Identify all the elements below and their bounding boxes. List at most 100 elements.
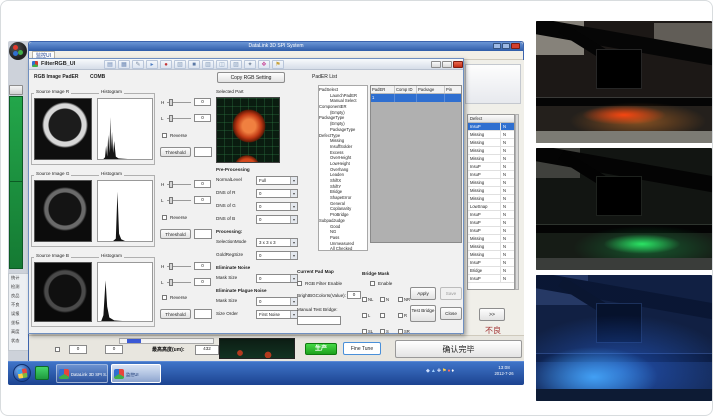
test-bridge-button[interactable]: Test Bridge [410,305,436,322]
bridge-mask-cell[interactable]: S [380,323,398,339]
tray-icon[interactable]: ◆ [426,368,430,374]
param-dropdown[interactable]: 0▾ [256,297,298,306]
listbox-selected-row[interactable]: 1 [371,94,461,102]
dialog-titlebar[interactable]: FilterRGB_UI ▤▦✎▸●▧■▥◫▨✦❖⚑ [29,59,463,70]
toolbar-icon[interactable]: ■ [188,60,200,69]
param-dropdown[interactable]: 0▾ [256,215,298,224]
toolbar-icon[interactable]: ▤ [104,60,116,69]
defect-table-row[interactable]: Missing N [468,187,514,195]
toolbar-icon[interactable]: ▨ [230,60,242,69]
toolbar-icon[interactable]: ❖ [258,60,270,69]
quick-launch-green-icon[interactable] [35,366,49,380]
taskbar-clock[interactable]: 13:08 2012-7-26 [486,365,522,376]
toolbar-icon[interactable]: ▧ [174,60,186,69]
param-dropdown[interactable]: 3 x 3 x 3▾ [256,238,298,247]
h-value-g[interactable]: 0 [194,180,211,188]
dialog-minimize-button[interactable] [431,61,441,68]
reverse-checkbox-g[interactable] [162,215,167,220]
toolbar-icon[interactable]: ✎ [132,60,144,69]
apply-button[interactable]: Apply [410,287,436,300]
taskbar-button-1[interactable]: DataLink 3D SPI S... [56,364,108,383]
bottom-checkbox[interactable] [55,347,60,352]
more-button[interactable]: >> [479,308,505,321]
defect-table-row[interactable]: Missing N [468,155,514,163]
l-value-g[interactable]: 0 [194,196,211,204]
col-pader[interactable]: PadER [371,86,395,93]
bridge-mask-cell[interactable]: N [380,291,398,307]
defect-table-row[interactable]: Bridge N [468,267,514,275]
h-slider-r[interactable] [167,99,191,106]
toolbar-icon[interactable]: ● [160,60,172,69]
h-slider-b[interactable] [167,263,191,270]
tree-item[interactable]: All Checked [319,246,367,251]
produce-button[interactable]: 生产 [305,343,337,355]
threshold-value-b[interactable] [194,309,212,319]
bridge-mask-cell[interactable]: SL [362,323,380,339]
toolbar-icon[interactable]: ◫ [216,60,228,69]
toolbar-icon[interactable]: ✦ [244,60,256,69]
taskbar-button-2[interactable]: 监控UI [111,364,161,383]
defect-table-row[interactable]: InsuP N [468,123,514,131]
col-pin[interactable]: Pin [445,86,459,93]
param-dropdown[interactable]: First Noise▾ [256,310,298,319]
reverse-checkbox-r[interactable] [162,133,167,138]
defect-column-header[interactable]: Defect [468,115,484,122]
toolbar-icon[interactable]: ▸ [146,60,158,69]
maximize-button[interactable] [502,43,510,49]
bridge-mask-cell[interactable]: NL [362,291,380,307]
close-button[interactable] [511,43,520,49]
param-dropdown[interactable]: 0▾ [256,274,298,283]
defect-table-row[interactable]: Missing N [468,179,514,187]
tray-icon[interactable]: ● [448,368,451,374]
defect-table-row[interactable]: Missing N [468,251,514,259]
col-package[interactable]: Package [417,86,445,93]
l-slider-b[interactable] [167,279,191,286]
max-height-value[interactable]: 432 [195,345,219,355]
param-dropdown[interactable]: 0▾ [256,251,298,260]
progress-track[interactable] [119,338,214,344]
fine-tune-button[interactable]: Fine Tune [343,342,381,355]
confirm-button[interactable]: 确认完毕 [395,340,522,358]
app-orb-icon[interactable] [9,42,27,60]
defect-table-row[interactable]: Missing N [468,195,514,203]
threshold-value-g[interactable] [194,229,212,239]
col-comp-id[interactable]: Comp ID [395,86,417,93]
copy-rgb-setting-button[interactable]: Copy RGB Setting [217,72,285,83]
l-value-b[interactable]: 0 [194,278,211,286]
defect-table-row[interactable]: Missing N [468,139,514,147]
defect-table-row[interactable]: InsuP N [468,219,514,227]
defect-table-row[interactable]: Missing N [468,235,514,243]
bridge-mask-cell[interactable] [380,307,398,323]
value-box-1[interactable]: 0 [69,345,87,354]
start-button[interactable] [13,364,31,382]
threshold-button-r[interactable]: Threshold [160,147,191,157]
toolbar-icon[interactable]: ▦ [118,60,130,69]
side-toggle-button[interactable] [9,85,23,95]
bridge-mask-cell[interactable]: L [362,307,380,323]
defect-table-row[interactable]: InsuP N [468,211,514,219]
minimize-button[interactable] [493,43,501,49]
threshold-button-b[interactable]: Threshold [160,309,191,319]
defect-table-row[interactable]: InsuP N [468,227,514,235]
tray-icon[interactable]: ♦ [452,368,455,374]
defect-table-row[interactable]: Missing N [468,131,514,139]
toolbar-icon[interactable]: ⚑ [272,60,284,69]
toolbar-icon[interactable]: ▥ [202,60,214,69]
h-value-b[interactable]: 0 [194,262,211,270]
defect-table-scrollbar[interactable] [515,114,519,290]
bright-bg-value[interactable]: 0 [347,291,361,299]
save-button[interactable]: Save [440,287,462,300]
defect-table-row[interactable]: Missing N [468,243,514,251]
tray-icon[interactable]: ⚑ [442,368,446,374]
close-dialog-button[interactable]: Close [440,307,462,320]
defect-table-row[interactable]: InsuP N [468,171,514,179]
defect-table-row[interactable]: InsuP N [468,275,514,283]
threshold-button-g[interactable]: Threshold [160,229,191,239]
l-slider-g[interactable] [167,197,191,204]
dialog-maximize-button[interactable] [442,61,452,68]
defect-table-row[interactable]: Missing N [468,147,514,155]
tray-icon[interactable]: ✚ [437,368,441,374]
dialog-close-button[interactable] [453,61,463,68]
l-slider-r[interactable] [167,115,191,122]
value-box-2[interactable]: 0 [105,345,123,354]
